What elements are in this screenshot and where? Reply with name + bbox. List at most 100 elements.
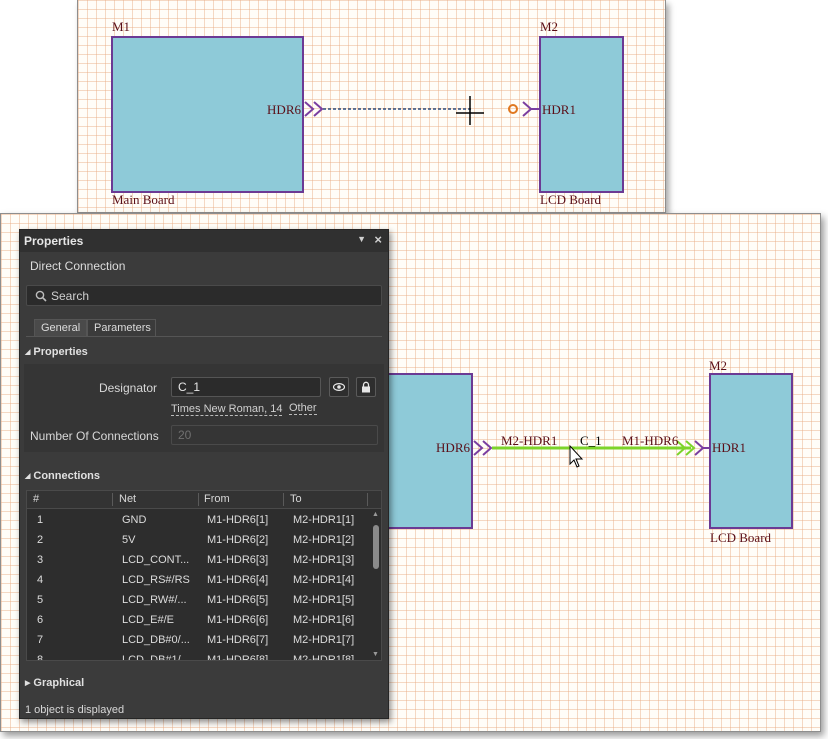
- close-icon[interactable]: ×: [374, 232, 382, 247]
- module2-port-label: HDR1: [712, 440, 746, 455]
- column-header-number[interactable]: #: [33, 493, 39, 505]
- column-header-net[interactable]: Net: [119, 493, 136, 505]
- module2-designator: M2: [540, 19, 558, 34]
- tab-divider: [26, 336, 382, 337]
- to-cell: M2-HDR1[1]: [293, 514, 355, 526]
- to-cell: M2-HDR1[8]: [293, 654, 355, 661]
- panel-title-bar[interactable]: Properties ▼ ×: [20, 230, 388, 252]
- row-number-cell: 6: [37, 614, 44, 626]
- search-box[interactable]: [26, 285, 382, 306]
- top-schematic-view: M1 Main Board HDR6 M2 HDR1 LCD Board: [77, 0, 666, 213]
- num-connections-label: Number Of Connections: [30, 429, 159, 443]
- module2-port-arrow[interactable]: [522, 101, 533, 117]
- table-row[interactable]: 4 LCD_RS#/RS M1-HDR6[4] M2-HDR1[4]: [27, 570, 373, 590]
- module1-port-label: HDR6: [436, 440, 470, 455]
- scrollbar-thumb[interactable]: [373, 525, 379, 569]
- row-number-cell: 4: [37, 574, 44, 586]
- row-number-cell: 2: [37, 534, 44, 546]
- net-cell: LCD_DB#0/...: [122, 634, 190, 646]
- lock-icon: [362, 381, 370, 393]
- table-header: # Net From To: [27, 491, 381, 509]
- collapse-triangle-icon: ◢: [25, 473, 31, 480]
- table-row[interactable]: 2 5V M1-HDR6[2] M2-HDR1[2]: [27, 530, 373, 550]
- from-cell: M1-HDR6[4]: [207, 574, 269, 586]
- properties-section-label: Properties: [33, 346, 88, 358]
- status-footer: 1 object is displayed: [25, 704, 125, 716]
- table-row[interactable]: 6 LCD_E#/E M1-HDR6[6] M2-HDR1[6]: [27, 610, 373, 630]
- module1-board-label: Main Board: [112, 192, 175, 207]
- table-scrollbar[interactable]: ▲ ▼: [371, 509, 381, 660]
- connections-table: # Net From To 1 GND M1-HDR6[1] M2-HDR1[1] 2 5…: [26, 490, 382, 661]
- connection-left-label: M2-HDR1: [501, 433, 557, 448]
- module1-designator: M1: [112, 19, 130, 34]
- net-cell: LCD_RS#/RS: [122, 574, 190, 586]
- net-cell: LCD_E#/E: [122, 614, 174, 626]
- designator-field[interactable]: C_1: [171, 377, 321, 397]
- search-input[interactable]: [51, 288, 371, 304]
- module1-port-arrow[interactable]: [473, 440, 493, 456]
- connections-section-label: Connections: [33, 470, 101, 482]
- scroll-up-icon[interactable]: ▲: [372, 511, 379, 518]
- module2-board-label: LCD Board: [540, 192, 602, 207]
- to-cell: M2-HDR1[3]: [293, 554, 355, 566]
- from-cell: M1-HDR6[5]: [207, 594, 269, 606]
- panel-title: Properties: [24, 234, 84, 248]
- scroll-down-icon[interactable]: ▼: [372, 651, 379, 658]
- pin-icon[interactable]: ▼: [357, 234, 366, 244]
- num-connections-field: 20: [171, 425, 378, 445]
- to-cell: M2-HDR1[6]: [293, 614, 355, 626]
- module2-board-label: LCD Board: [710, 530, 772, 545]
- expand-triangle-icon: ▶: [25, 680, 31, 687]
- table-row[interactable]: 1 GND M1-HDR6[1] M2-HDR1[1]: [27, 510, 373, 530]
- properties-section-header[interactable]: ◢ Properties: [25, 346, 88, 358]
- to-cell: M2-HDR1[5]: [293, 594, 355, 606]
- visibility-toggle-button[interactable]: [329, 377, 349, 397]
- object-type-label: Direct Connection: [30, 259, 126, 273]
- connections-section-header[interactable]: ◢ Connections: [25, 470, 100, 482]
- graphical-section-label: Graphical: [33, 677, 85, 689]
- from-cell: M1-HDR6[3]: [207, 554, 269, 566]
- collapse-triangle-icon: ◢: [25, 349, 31, 356]
- graphical-section-header[interactable]: ▶ Graphical: [25, 677, 84, 689]
- to-cell: M2-HDR1[4]: [293, 574, 355, 586]
- search-icon: [35, 290, 47, 302]
- from-cell: M1-HDR6[8]: [207, 654, 269, 661]
- from-cell: M1-HDR6[6]: [207, 614, 269, 626]
- net-cell: LCD_DB#1/: [122, 654, 181, 661]
- net-cell: GND: [122, 514, 147, 526]
- connection-designator: C_1: [580, 433, 602, 448]
- module2-port-arrow[interactable]: [694, 440, 705, 456]
- connection-right-label: M1-HDR6: [622, 433, 679, 448]
- from-cell: M1-HDR6[7]: [207, 634, 269, 646]
- tab-parameters[interactable]: Parameters: [87, 319, 156, 337]
- to-cell: M2-HDR1[7]: [293, 634, 355, 646]
- net-cell: 5V: [122, 534, 136, 546]
- row-number-cell: 5: [37, 594, 44, 606]
- properties-panel: Properties ▼ × Direct Connection General…: [19, 229, 389, 719]
- module2-port-label: HDR1: [542, 102, 576, 117]
- module1-port-label: HDR6: [267, 102, 301, 117]
- tab-general[interactable]: General: [34, 319, 87, 337]
- lock-toggle-button[interactable]: [356, 377, 376, 397]
- font-settings-link[interactable]: Times New Roman, 14: [171, 403, 283, 416]
- designator-label: Designator: [98, 381, 157, 395]
- other-font-link[interactable]: Other: [289, 402, 317, 415]
- table-row[interactable]: 8 LCD_DB#1/M1-HDR6[8] M2-HDR1[8]: [27, 650, 373, 661]
- module1-port-arrow[interactable]: [304, 101, 324, 117]
- module2-designator: M2: [709, 358, 727, 373]
- to-cell: M2-HDR1[2]: [293, 534, 355, 546]
- table-row[interactable]: 7 LCD_DB#0/... M1-HDR6[7] M2-HDR1[7]: [27, 630, 373, 650]
- net-cell: LCD_CONT...: [122, 554, 190, 566]
- column-header-from[interactable]: From: [204, 493, 230, 505]
- table-row[interactable]: 3 LCD_CONT... M1-HDR6[3] M2-HDR1[3]: [27, 550, 373, 570]
- net-cell: LCD_RW#/...: [122, 594, 187, 606]
- connection-point-icon: [508, 104, 518, 114]
- row-number-cell: 1: [37, 514, 44, 526]
- row-number-cell: 3: [37, 554, 44, 566]
- eye-icon: [333, 383, 345, 391]
- from-cell: M1-HDR6[1]: [207, 514, 269, 526]
- top-schematic-canvas: M1 Main Board HDR6 M2 HDR1 LCD Board: [111, 19, 624, 207]
- table-row[interactable]: 5 LCD_RW#/... M1-HDR6[5] M2-HDR1[5]: [27, 590, 373, 610]
- column-header-to[interactable]: To: [290, 493, 302, 505]
- row-number-cell: 8: [37, 654, 44, 661]
